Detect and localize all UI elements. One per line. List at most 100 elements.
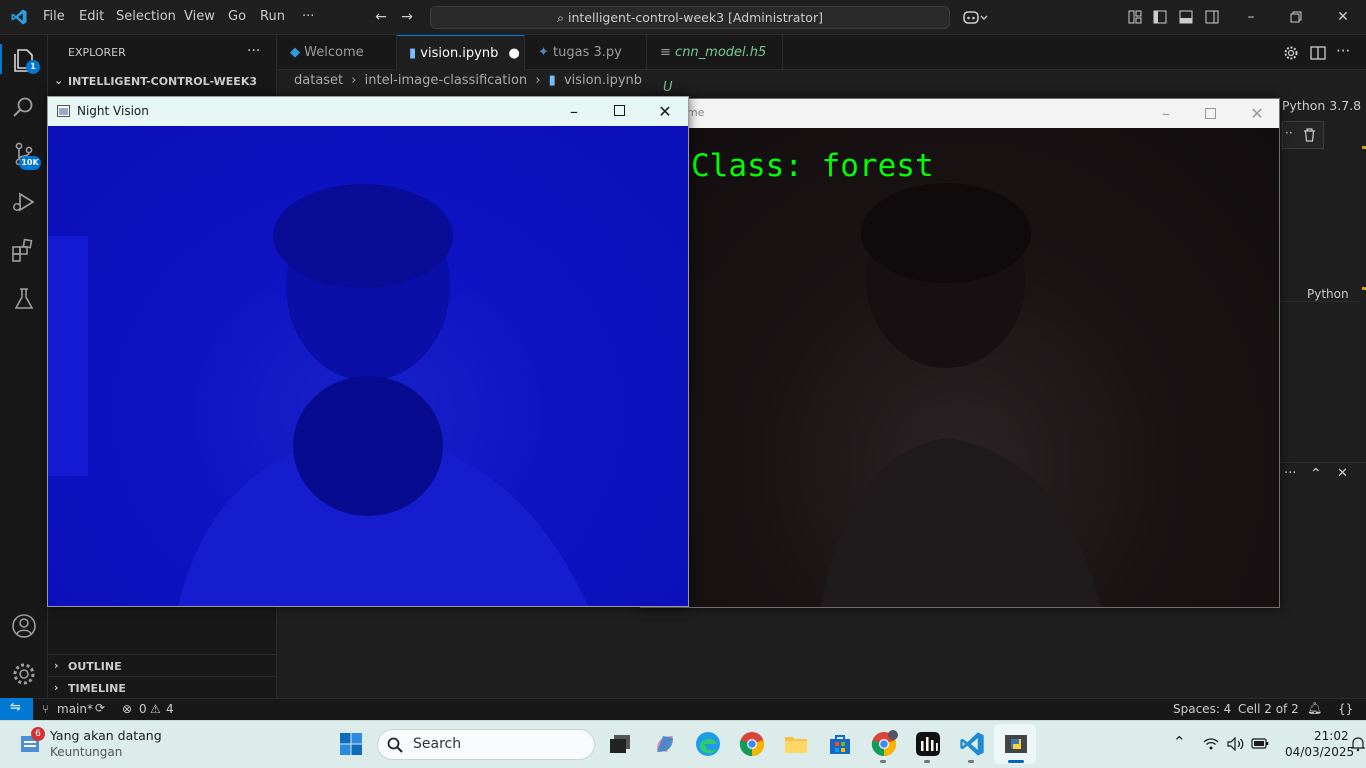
branch-name[interactable]: main* <box>57 702 93 716</box>
minimize-icon[interactable]: – <box>551 97 597 126</box>
more-actions-icon[interactable]: ·· <box>1285 126 1293 140</box>
chevron-down-icon[interactable]: ⌄ <box>54 74 63 87</box>
toggle-secondary-sidebar-icon[interactable] <box>1205 10 1219 24</box>
volume-icon[interactable] <box>1227 737 1245 751</box>
explorer-more-button[interactable]: ··· <box>247 43 260 59</box>
tab-welcome[interactable]: ◆ Welcome <box>278 35 397 70</box>
cell-editor[interactable] <box>1281 150 1359 302</box>
frame-window[interactable]: me – ✕ Class: forest <box>640 98 1280 608</box>
divider <box>48 654 276 655</box>
notifications-bell-icon[interactable]: 🔔︎ <box>1307 701 1322 715</box>
clock-time[interactable]: 21:02 <box>1314 729 1349 743</box>
python-app-icon[interactable] <box>1002 730 1030 758</box>
notebook-icon: ▮ <box>548 73 556 88</box>
widget-subtitle[interactable]: Keuntungan <box>50 745 122 759</box>
edge-icon[interactable] <box>694 730 722 758</box>
unsaved-dot-icon[interactable]: ● <box>509 46 520 61</box>
wifi-icon[interactable] <box>1203 737 1219 751</box>
error-count[interactable]: 0 <box>139 702 147 716</box>
search-icon[interactable] <box>10 93 38 121</box>
customize-layout-icon[interactable] <box>1128 10 1142 24</box>
tab-cnn-model-h5[interactable]: ≡ cnn_model.h5 U <box>648 35 783 95</box>
run-debug-icon[interactable] <box>10 188 38 216</box>
remote-indicator[interactable]: ⇋ <box>0 698 33 720</box>
clock-date[interactable]: 04/03/2025 <box>1285 745 1354 759</box>
restore-icon[interactable] <box>1290 11 1302 23</box>
search-icon <box>387 737 403 753</box>
menu-edit[interactable]: Edit <box>79 9 104 24</box>
command-center[interactable]: ⌕ intelligent-control-week3 [Administrat… <box>430 6 950 29</box>
back-arrow-icon[interactable]: ← <box>373 9 389 25</box>
minimize-icon[interactable]: – <box>1143 99 1189 128</box>
file-explorer-icon[interactable] <box>782 730 810 758</box>
title-bar: File Edit Selection View Go Run ··· ← → … <box>0 0 1366 35</box>
close-icon[interactable]: ✕ <box>1234 99 1280 128</box>
taskbar-search[interactable]: Search <box>377 729 595 760</box>
person-silhouette <box>48 184 588 606</box>
breadcrumb: dataset › intel-image-classification › ▮… <box>294 73 646 88</box>
outline-section-header[interactable]: OUTLINE <box>68 660 122 673</box>
chevron-right-icon[interactable]: › <box>54 681 59 694</box>
menu-more[interactable]: ··· <box>302 9 314 24</box>
audio-app-icon[interactable] <box>914 730 942 758</box>
menu-view[interactable]: View <box>184 9 215 24</box>
menu-file[interactable]: File <box>43 9 65 24</box>
microsoft-store-icon[interactable] <box>826 730 854 758</box>
menu-go[interactable]: Go <box>228 9 246 24</box>
copilot-icon[interactable] <box>962 9 988 25</box>
person-silhouette <box>821 183 1101 607</box>
chevron-right-icon[interactable]: › <box>54 659 59 672</box>
close-icon[interactable]: ✕ <box>1335 9 1351 25</box>
task-view-icon[interactable] <box>606 730 634 758</box>
timeline-section-header[interactable]: TIMELINE <box>68 682 126 695</box>
warning-count[interactable]: 4 <box>166 702 174 716</box>
maximize-icon[interactable] <box>614 105 625 116</box>
breadcrumb-item[interactable]: intel-image-classification <box>365 73 528 88</box>
night-vision-image <box>48 126 688 606</box>
split-editor-icon[interactable] <box>1310 45 1326 61</box>
breadcrumb-item[interactable]: vision.ipynb <box>564 73 642 88</box>
kernel-picker[interactable]: Python 3.7.8 <box>1282 98 1361 113</box>
night-vision-titlebar[interactable]: Night Vision – ✕ <box>48 97 688 126</box>
breadcrumb-item[interactable]: dataset <box>294 73 343 88</box>
close-icon[interactable]: ✕ <box>642 97 688 126</box>
notification-center-icon[interactable] <box>1351 736 1365 752</box>
accounts-icon[interactable] <box>10 612 38 640</box>
untracked-badge: U <box>663 80 673 95</box>
night-vision-window[interactable]: Night Vision – ✕ <box>47 96 689 607</box>
tab-tugas-3-py[interactable]: ✦ tugas 3.py <box>526 35 647 70</box>
cell-language-label[interactable]: Python <box>1307 287 1349 301</box>
settings-gear-icon[interactable] <box>10 660 38 688</box>
battery-icon[interactable] <box>1251 737 1269 750</box>
settings-gear-icon[interactable] <box>1283 45 1299 61</box>
workspace-folder-header[interactable]: INTELLIGENT-CONTROL-WEEK3 <box>68 75 257 88</box>
toggle-primary-sidebar-icon[interactable] <box>1153 10 1167 24</box>
menu-run[interactable]: Run <box>260 9 285 24</box>
extensions-icon[interactable] <box>10 237 38 265</box>
testing-icon[interactable] <box>10 285 38 313</box>
forward-arrow-icon[interactable]: → <box>399 9 415 25</box>
start-windows-icon[interactable] <box>339 732 363 756</box>
tab-vision-ipynb[interactable]: ▮ vision.ipynb ● <box>397 35 525 70</box>
copilot-icon[interactable] <box>651 730 679 758</box>
minimize-icon[interactable]: – <box>1243 9 1259 25</box>
trash-icon[interactable] <box>1303 128 1316 142</box>
status-bar: ⑂ main* ⟳ ⊗ 0 ⚠ 4 Spaces: 4 Cell 2 of 2 … <box>0 698 1366 720</box>
more-actions-icon[interactable]: ··· <box>1336 42 1350 60</box>
toggle-panel-icon[interactable] <box>1179 10 1193 24</box>
chrome-profile-icon[interactable] <box>870 730 898 758</box>
cell-position[interactable]: Cell 2 of 2 <box>1238 702 1299 716</box>
frame-window-titlebar[interactable]: me – ✕ <box>641 99 1279 128</box>
panel-more-icon[interactable]: ··· <box>1284 466 1296 481</box>
menu-selection[interactable]: Selection <box>116 9 176 24</box>
widget-title[interactable]: Yang akan datang <box>50 728 162 743</box>
indentation-setting[interactable]: Spaces: 4 <box>1173 702 1231 716</box>
chevron-up-icon[interactable]: ⌃ <box>1173 733 1186 751</box>
maximize-icon[interactable] <box>1205 108 1216 119</box>
close-panel-icon[interactable]: ✕ <box>1337 466 1348 481</box>
braces-icon[interactable]: {} <box>1338 702 1353 716</box>
chevron-up-icon[interactable]: ⌃ <box>1310 466 1322 482</box>
chrome-icon[interactable] <box>738 730 766 758</box>
sync-icon[interactable]: ⟳ <box>95 701 105 715</box>
vscode-taskbar-icon[interactable] <box>958 730 986 758</box>
